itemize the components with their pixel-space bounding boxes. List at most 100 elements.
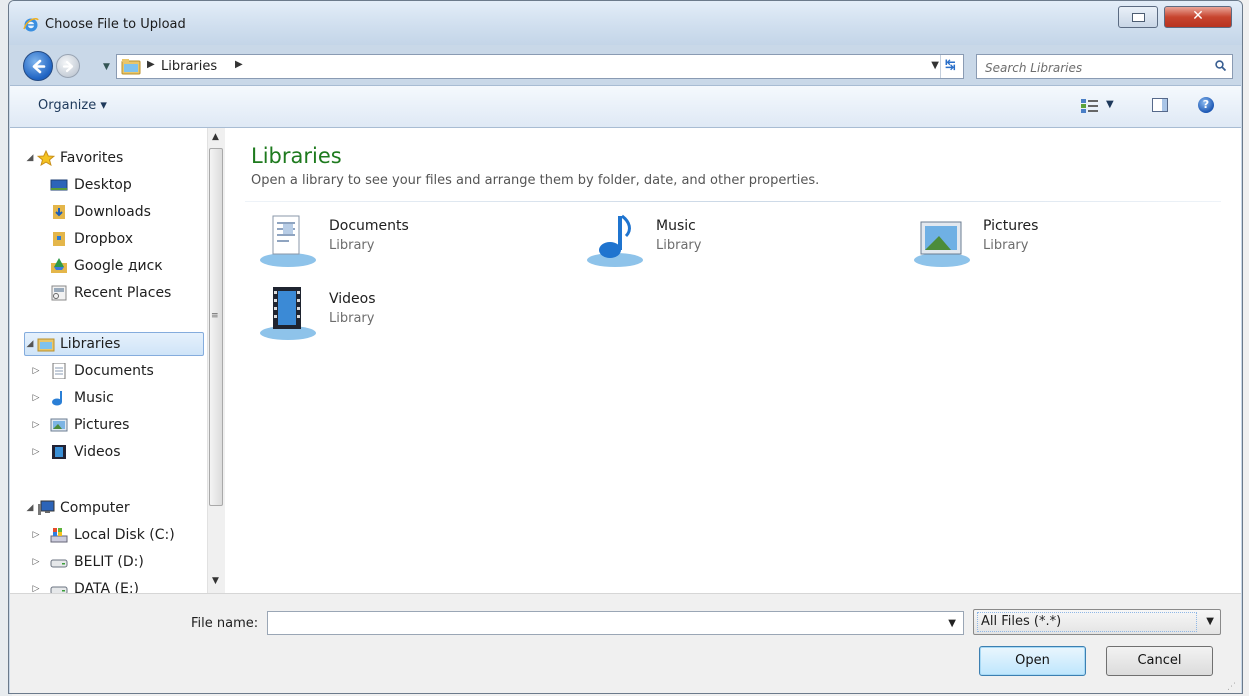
pictures-icon <box>50 418 68 432</box>
desktop-icon <box>50 179 68 191</box>
nav-google-drive-label: Google диск <box>74 258 163 274</box>
scroll-down-arrow-icon[interactable]: ▼ <box>212 576 219 586</box>
collapse-triangle-icon[interactable]: ◢ <box>24 147 36 169</box>
file-type-select[interactable]: All Files (*.*) ▼ <box>973 609 1221 635</box>
nav-pictures-label: Pictures <box>74 417 130 433</box>
nav-desktop[interactable]: Desktop <box>50 174 200 196</box>
navigation-pane: ◢ Favorites Desktop Downloads Dropbox Go… <box>10 128 208 593</box>
restore-button[interactable] <box>1118 6 1158 28</box>
nav-desktop-label: Desktop <box>74 177 132 193</box>
forward-arrow-icon <box>62 60 74 73</box>
expand-triangle-icon[interactable]: ▷ <box>30 441 42 463</box>
preview-pane-icon[interactable] <box>1152 98 1168 112</box>
nav-favorites[interactable]: ◢ Favorites <box>24 147 204 169</box>
collapse-triangle-icon[interactable]: ◢ <box>24 333 36 355</box>
nav-recent-places[interactable]: Recent Places <box>50 282 200 304</box>
recent-locations-dropdown[interactable]: ▼ <box>103 62 113 72</box>
expand-triangle-icon[interactable]: ▷ <box>30 360 42 382</box>
address-dropdown-icon[interactable]: ▼ <box>931 60 939 71</box>
videos-library-icon <box>260 287 316 340</box>
nav-videos[interactable]: ▷ Videos <box>30 441 200 463</box>
nav-videos-label: Videos <box>74 444 121 460</box>
resize-grip-icon[interactable]: ⋰ <box>1227 682 1239 693</box>
library-type: Library <box>329 311 375 326</box>
nav-belit-d-label: BELIT (D:) <box>74 554 144 570</box>
breadcrumb-libraries[interactable]: Libraries <box>161 59 217 74</box>
cancel-button[interactable]: Cancel <box>1106 646 1213 676</box>
library-pictures[interactable]: Pictures Library <box>913 212 1213 274</box>
library-type: Library <box>656 238 702 253</box>
organize-menu[interactable]: Organize ▾ <box>38 98 107 113</box>
breadcrumb-separator-icon[interactable]: ▶ <box>235 59 243 70</box>
help-icon[interactable]: ? <box>1198 97 1214 113</box>
expand-triangle-icon[interactable]: ▷ <box>30 551 42 573</box>
nav-music-label: Music <box>74 390 114 406</box>
nav-dropbox-label: Dropbox <box>74 231 133 247</box>
music-library-icon <box>587 214 643 267</box>
nav-data-e[interactable]: ▷ DATA (E:) <box>30 578 200 593</box>
expand-triangle-icon[interactable]: ▷ <box>30 524 42 546</box>
expand-triangle-icon[interactable]: ▷ <box>30 387 42 409</box>
documents-icon <box>52 363 66 379</box>
close-icon: ✕ <box>1192 8 1204 24</box>
breadcrumb-separator-icon[interactable]: ▶ <box>147 59 155 70</box>
back-arrow-icon <box>32 59 46 74</box>
nav-local-disk-c-label: Local Disk (C:) <box>74 527 175 543</box>
view-options-dropdown-icon[interactable]: ▼ <box>1106 99 1114 110</box>
collapse-triangle-icon[interactable]: ◢ <box>24 497 36 519</box>
close-button[interactable]: ✕ <box>1164 6 1232 28</box>
expand-triangle-icon[interactable]: ▷ <box>30 578 42 593</box>
file-name-dropdown-icon[interactable]: ▼ <box>948 618 956 629</box>
library-name: Music <box>656 218 696 234</box>
recent-places-icon <box>51 285 67 301</box>
scroll-up-arrow-icon[interactable]: ▲ <box>212 132 219 142</box>
system-drive-icon <box>50 528 68 543</box>
scrollbar-thumb[interactable] <box>209 148 223 506</box>
nav-belit-d[interactable]: ▷ BELIT (D:) <box>30 551 200 573</box>
library-music[interactable]: Music Library <box>586 212 886 274</box>
nav-downloads[interactable]: Downloads <box>50 201 200 223</box>
music-icon <box>52 391 62 406</box>
file-name-input[interactable] <box>271 614 935 634</box>
nav-favorites-label: Favorites <box>60 150 124 166</box>
nav-dropbox[interactable]: Dropbox <box>50 228 200 250</box>
library-documents[interactable]: Documents Library <box>259 212 559 274</box>
nav-documents[interactable]: ▷ Documents <box>30 360 200 382</box>
file-type-dropdown-icon[interactable]: ▼ <box>1206 616 1214 627</box>
forward-button[interactable] <box>56 54 80 78</box>
nav-google-drive[interactable]: Google диск <box>50 255 200 277</box>
nav-scrollbar[interactable]: ▲ ≡ ▼ <box>207 128 225 593</box>
nav-local-disk-c[interactable]: ▷ Local Disk (C:) <box>30 524 200 546</box>
refresh-button[interactable]: ↹ <box>940 55 963 78</box>
back-button[interactable] <box>23 51 53 81</box>
file-type-value: All Files (*.*) <box>981 614 1062 629</box>
computer-icon <box>38 500 55 515</box>
search-box[interactable] <box>976 54 1233 79</box>
file-name-combobox[interactable]: ▼ <box>267 611 964 635</box>
library-type: Library <box>983 238 1029 253</box>
address-bar[interactable]: ▶ Libraries ▶ ▼ ↹ <box>116 54 964 79</box>
file-upload-dialog: Choose File to Upload ✕ ▼ ▶ Libraries ▶ … <box>8 0 1243 694</box>
google-drive-icon <box>51 258 67 273</box>
expand-triangle-icon[interactable]: ▷ <box>30 414 42 436</box>
library-type: Library <box>329 238 375 253</box>
libraries-folder-icon <box>37 338 55 352</box>
library-name: Documents <box>329 218 409 234</box>
restore-icon <box>1132 13 1145 22</box>
scroll-grip-icon: ≡ <box>211 311 219 321</box>
nav-music[interactable]: ▷ Music <box>30 387 200 409</box>
search-input[interactable] <box>983 58 1202 78</box>
search-icon[interactable] <box>1215 60 1226 71</box>
nav-pictures[interactable]: ▷ Pictures <box>30 414 200 436</box>
libraries-folder-icon <box>121 59 141 75</box>
library-name: Pictures <box>983 218 1039 234</box>
page-title: Libraries <box>251 144 342 168</box>
nav-computer[interactable]: ◢ Computer <box>24 497 204 519</box>
library-videos[interactable]: Videos Library <box>259 285 559 347</box>
title-bar[interactable]: Choose File to Upload ✕ <box>9 1 1242 45</box>
open-button[interactable]: Open <box>979 646 1086 676</box>
change-view-icon[interactable] <box>1080 98 1100 114</box>
nav-libraries[interactable]: ◢ Libraries <box>24 333 204 355</box>
videos-icon <box>52 445 66 459</box>
nav-data-e-label: DATA (E:) <box>74 581 140 593</box>
